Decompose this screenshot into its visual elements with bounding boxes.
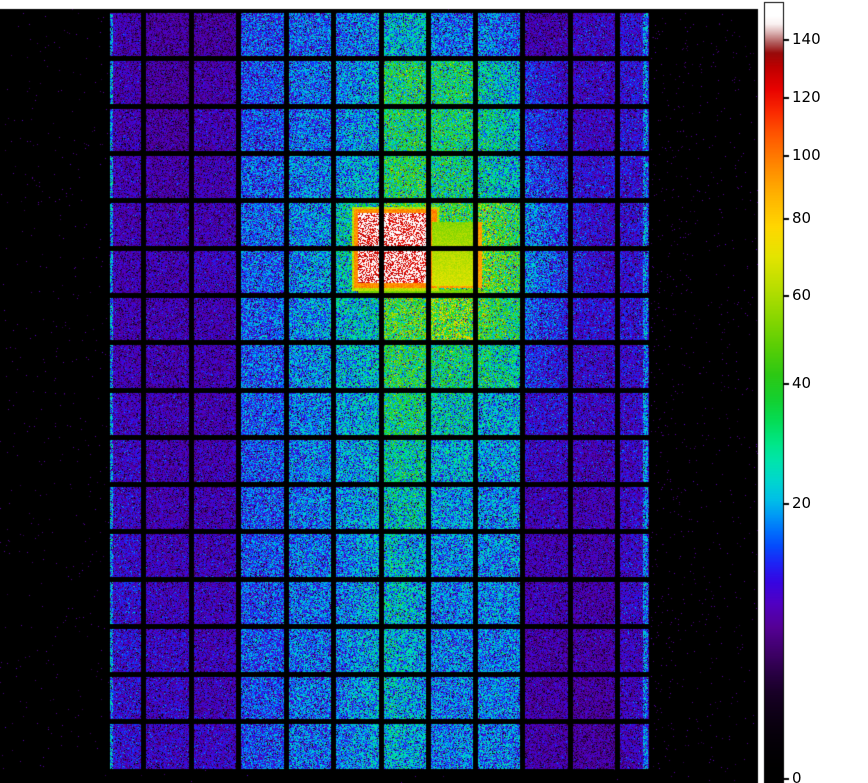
colorbar-tick-label-120: 120 xyxy=(792,90,821,105)
detector-image-canvas xyxy=(0,0,868,783)
colorbar-tick-label-140: 140 xyxy=(792,32,821,47)
colorbar-tick-label-80: 80 xyxy=(792,211,811,226)
colorbar-tick-label-0: 0 xyxy=(792,771,802,783)
detector-heatmap-figure: 140 120 100 80 60 40 20 0 xyxy=(0,0,868,783)
colorbar-tick-label-40: 40 xyxy=(792,376,811,391)
colorbar-tick-label-100: 100 xyxy=(792,148,821,163)
colorbar-tick-label-60: 60 xyxy=(792,288,811,303)
colorbar-tick-label-20: 20 xyxy=(792,496,811,511)
